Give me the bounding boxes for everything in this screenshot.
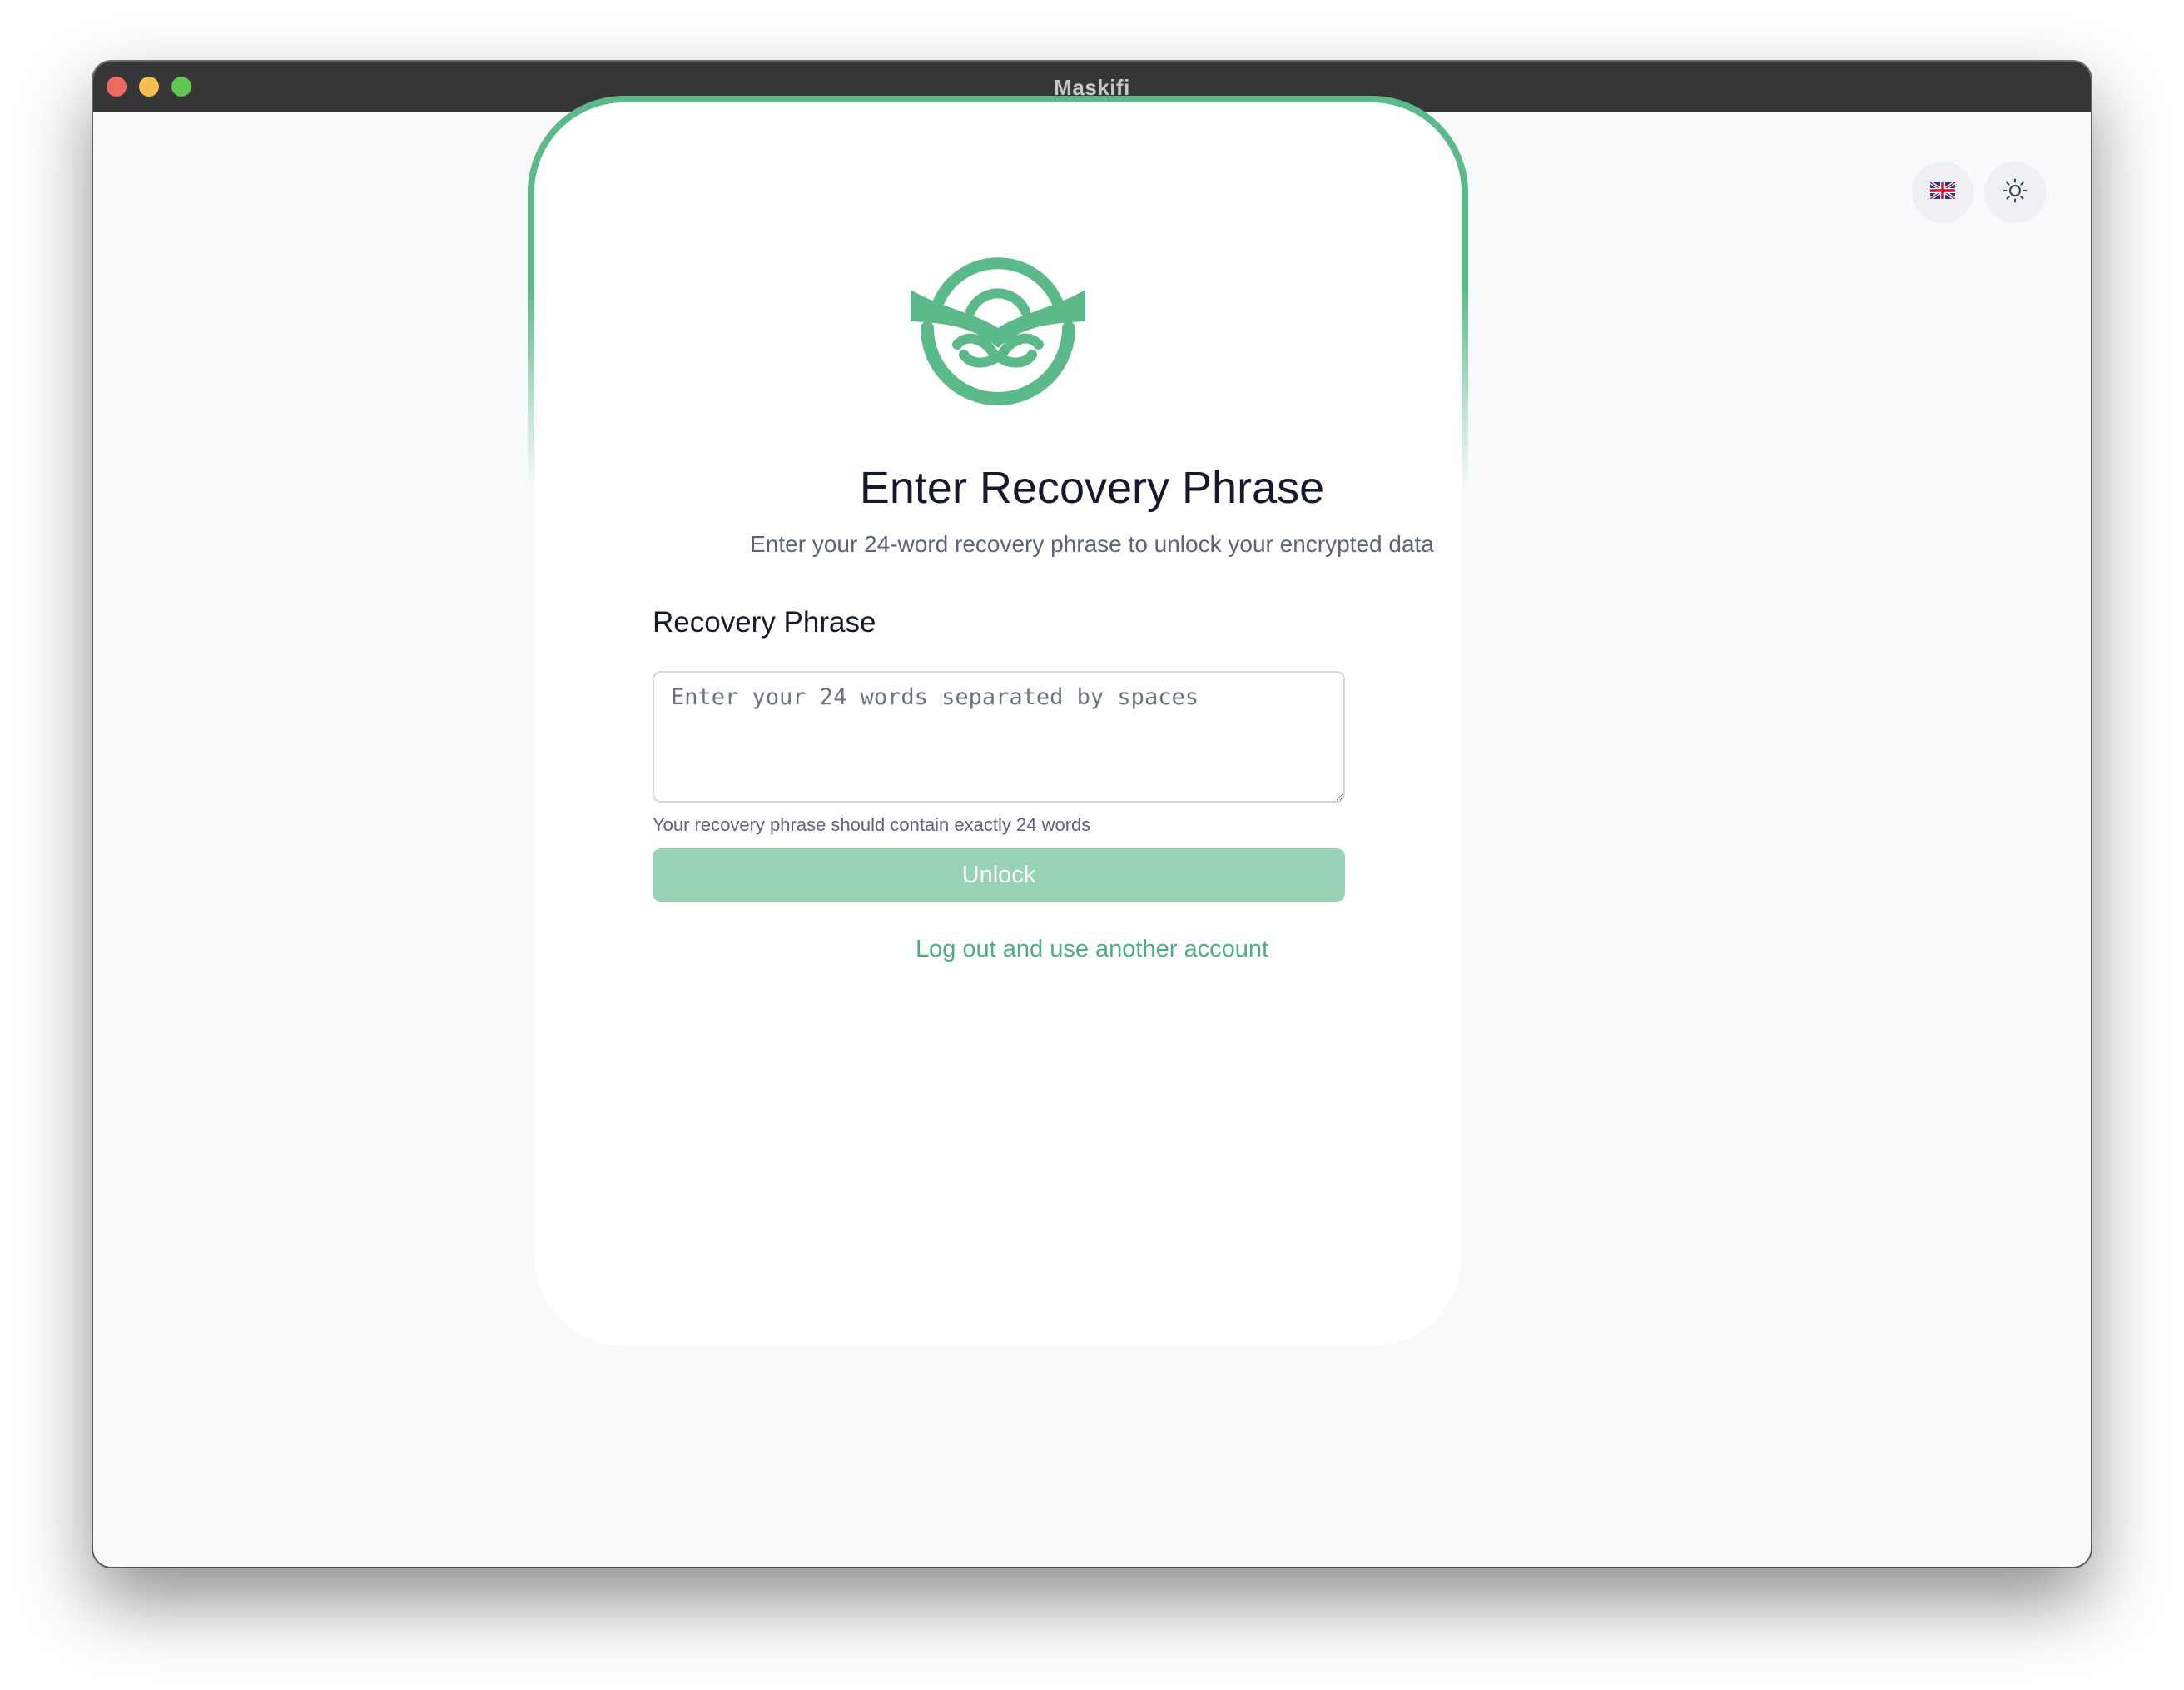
unlock-button[interactable]: Unlock (653, 848, 1345, 902)
language-button[interactable] (1912, 162, 1973, 223)
maskifi-logo (909, 255, 1087, 406)
recovery-phrase-label: Recovery Phrase (653, 606, 876, 639)
logout-link[interactable]: Log out and use another account (0, 936, 2184, 963)
recovery-phrase-helper: Your recovery phrase should contain exac… (653, 814, 1091, 835)
theme-toggle-button[interactable] (1984, 162, 2046, 223)
uk-flag-icon (1928, 180, 1957, 203)
sun-icon (2003, 178, 2028, 207)
recovery-phrase-input[interactable] (653, 671, 1345, 803)
page-heading: Enter Recovery Phrase (859, 463, 1325, 513)
page-subtitle: Enter your 24-word recovery phrase to un… (750, 531, 1434, 557)
